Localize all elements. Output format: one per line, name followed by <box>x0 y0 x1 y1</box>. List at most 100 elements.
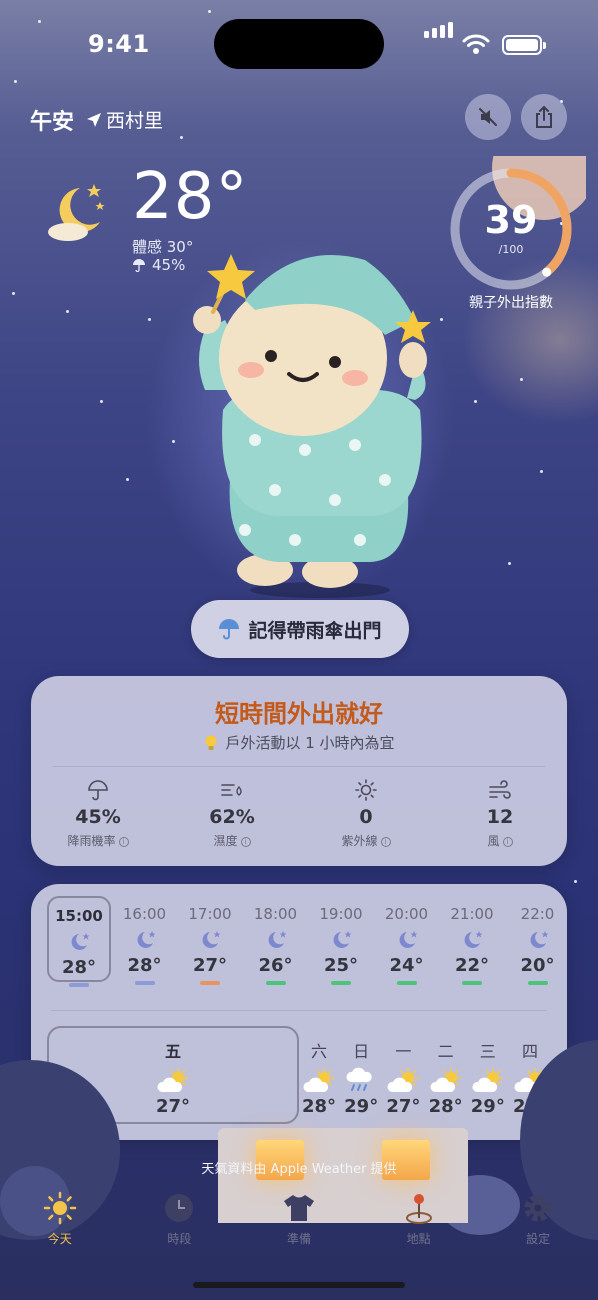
day-item[interactable]: 二 28° <box>425 1026 467 1117</box>
umbrella-icon <box>88 780 108 801</box>
moon-icon <box>137 931 155 948</box>
hour-item[interactable]: 17:00 27° <box>178 896 242 985</box>
day-label: 五 <box>164 1042 181 1061</box>
moon-icon <box>399 931 417 948</box>
hour-item[interactable]: 21:00 22° <box>440 896 504 985</box>
hour-indicator <box>134 981 155 985</box>
metric-wind[interactable]: 12 風i <box>433 778 567 849</box>
partly-cloudy-icon <box>387 1068 419 1092</box>
day-item[interactable]: 日 29° <box>340 1026 382 1117</box>
hour-item[interactable]: 22:0 20° <box>506 896 568 985</box>
gear-icon <box>524 1194 552 1222</box>
info-icon[interactable]: i <box>118 836 129 847</box>
tab-label: 準備 <box>286 1232 311 1246</box>
wifi-icon <box>462 34 490 54</box>
tab-today[interactable]: 今天 <box>0 1190 120 1260</box>
location-selector[interactable]: 西村里 <box>86 106 163 133</box>
mute-button[interactable] <box>465 94 511 140</box>
day-item[interactable]: 一 27° <box>382 1026 424 1117</box>
sun-icon <box>43 1191 77 1225</box>
hour-time: 18:00 <box>253 905 298 923</box>
rain-icon <box>346 1067 372 1091</box>
share-button[interactable] <box>521 94 567 140</box>
hour-item[interactable]: 19:00 25° <box>309 896 373 985</box>
hour-time: 17:00 <box>188 905 232 923</box>
metric-label: 紫外線 <box>341 834 378 848</box>
greeting: 午安 <box>30 110 75 135</box>
day-temp: 29° <box>344 1096 379 1117</box>
moon-cloud-icon <box>48 184 105 241</box>
data-credit: 天氣資料由 Apple Weather 提供 <box>201 1162 397 1177</box>
hour-time: 19:00 <box>319 905 363 923</box>
tab-bar: 今天 時段 準備 地點 設定 <box>0 1190 598 1260</box>
moon-icon <box>202 931 221 948</box>
outing-index-value: 39 <box>484 198 538 242</box>
dynamic-island <box>214 19 384 69</box>
battery-icon <box>502 35 546 55</box>
metric-rain[interactable]: 45% 降雨機率 i <box>31 778 165 849</box>
day-label: 四 <box>521 1042 538 1061</box>
day-temp: 28° <box>301 1096 337 1117</box>
metrics-row: 45% 降雨機率 i 62% 濕度 i 0 紫外線 i 12 風i <box>31 778 567 849</box>
day-temp: 27° <box>386 1096 421 1117</box>
home-indicator[interactable] <box>193 1282 405 1288</box>
wind-icon <box>489 780 511 799</box>
current-temperature: 28° <box>132 160 249 234</box>
sun-icon <box>355 779 377 801</box>
hour-temp: 28° <box>127 955 162 976</box>
hourly-forecast[interactable]: 15:00 28° 16:00 28° 17:00 27° 18:00 26° 19:00 25°… <box>47 896 567 1002</box>
hour-temp: 24° <box>389 955 424 976</box>
metric-uv[interactable]: 0 紫外線 i <box>299 778 433 849</box>
metric-value: 12 <box>486 806 514 828</box>
advice-card: 短時間外出就好 戶外活動以 1 小時內為宜 45% 降雨機率 i 62% 濕度 i … <box>31 676 567 866</box>
hour-time: 15:00 <box>55 907 103 925</box>
hour-indicator <box>396 981 417 985</box>
hour-item[interactable]: 18:00 26° <box>244 896 308 985</box>
tab-settings[interactable]: 設定 <box>478 1190 598 1260</box>
info-icon[interactable]: i <box>380 836 391 847</box>
metric-value: 62% <box>209 806 255 828</box>
day-item[interactable]: 六 28° <box>298 1026 340 1117</box>
advice-headline: 短時間外出就好 <box>215 700 383 728</box>
tab-label: 地點 <box>406 1232 431 1246</box>
hour-item[interactable]: 20:00 24° <box>375 896 439 985</box>
shirt-icon <box>283 1195 314 1221</box>
reminder-pill[interactable]: 記得帶雨傘出門 <box>191 600 409 658</box>
hour-item[interactable]: 16:00 28° <box>113 896 177 985</box>
divider <box>53 766 545 767</box>
lightbulb-icon <box>205 735 217 750</box>
hour-item[interactable]: 15:00 28° <box>47 896 111 987</box>
forecast-card: 15:00 28° 16:00 28° 17:00 27° 18:00 26° 19:00 25°… <box>31 884 567 1140</box>
tab-prepare[interactable]: 準備 <box>239 1190 359 1260</box>
tab-hours[interactable]: 時段 <box>120 1190 240 1260</box>
info-icon[interactable]: i <box>502 836 513 847</box>
metric-label: 風 <box>487 834 500 848</box>
moon-icon <box>464 931 483 948</box>
rain-chance-row: 45% <box>132 256 185 274</box>
partly-cloudy-icon <box>430 1068 461 1092</box>
hour-temp: 28° <box>61 957 97 978</box>
hour-temp: 20° <box>520 955 555 976</box>
partly-cloudy-icon <box>303 1068 335 1092</box>
hour-indicator <box>265 981 286 985</box>
metric-value: 45% <box>75 806 121 828</box>
hour-indicator <box>462 981 482 985</box>
info-icon[interactable]: i <box>240 836 251 847</box>
tab-label: 今天 <box>47 1232 72 1246</box>
outing-index-label: 親子外出指數 <box>469 295 553 311</box>
hour-temp: 27° <box>192 955 228 976</box>
hour-time: 22:0 <box>520 905 555 923</box>
tab-location[interactable]: 地點 <box>359 1190 479 1260</box>
status-time: 9:41 <box>88 30 150 58</box>
mascot-illustration <box>193 254 431 598</box>
moon-icon <box>268 931 286 948</box>
metric-value: 0 <box>359 806 373 828</box>
tab-label: 設定 <box>526 1232 551 1246</box>
clock-icon <box>165 1194 194 1222</box>
hour-time: 21:00 <box>450 905 494 923</box>
day-item[interactable]: 三 29° <box>467 1026 509 1117</box>
metric-humidity[interactable]: 62% 濕度 i <box>165 778 299 849</box>
metric-label: 降雨機率 <box>67 834 116 848</box>
outing-index-max: /100 <box>498 243 524 256</box>
moon-icon <box>530 931 548 948</box>
